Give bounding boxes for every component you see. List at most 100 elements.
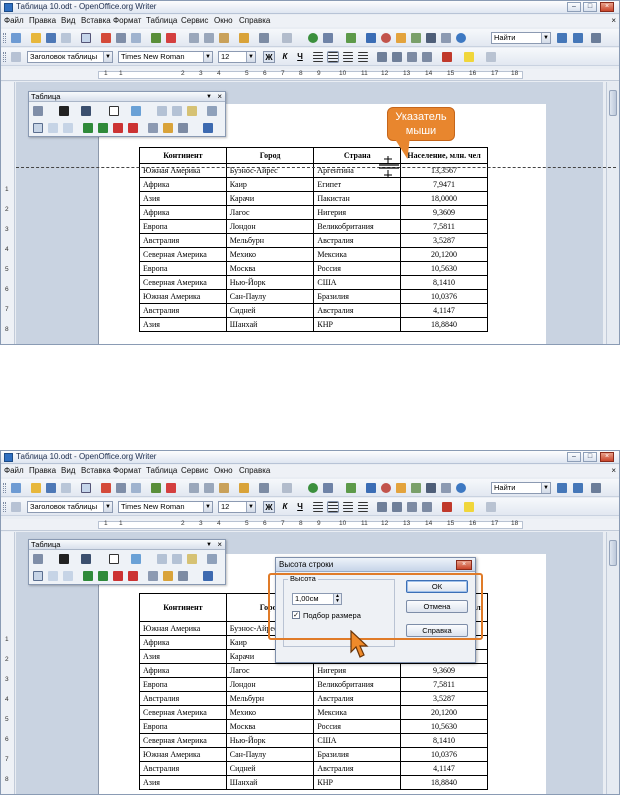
population-cell[interactable]: 9,3609 [400, 205, 488, 220]
font-color-icon[interactable] [442, 502, 452, 512]
print-preview-icon[interactable] [131, 33, 141, 43]
autoformat-icon[interactable] [207, 106, 217, 116]
population-cell[interactable]: 10,0376 [400, 747, 488, 762]
table-cell[interactable]: Азия [139, 317, 227, 332]
close-icon[interactable]: × [217, 540, 222, 550]
italic-button[interactable]: К [279, 501, 291, 513]
close-icon[interactable]: × [217, 92, 222, 102]
table-cell[interactable]: Бразилия [313, 289, 402, 304]
table-cell[interactable]: Карачи [225, 191, 315, 206]
menu-window[interactable]: Окно [214, 466, 233, 475]
chevron-down-icon[interactable]: ▼ [206, 540, 212, 550]
table-background-icon[interactable] [131, 106, 141, 116]
menu-insert[interactable]: Вставка [81, 466, 111, 475]
menu-file[interactable]: Файл [4, 16, 24, 25]
clone-formatting-icon[interactable] [239, 33, 249, 43]
population-cell[interactable]: 10,5630 [400, 261, 488, 276]
print-icon[interactable] [116, 483, 126, 493]
table-cell[interactable]: Нигерия [313, 205, 402, 220]
merge-cells-icon[interactable] [157, 554, 167, 564]
align-bottom-icon[interactable] [63, 571, 73, 581]
increase-indent-icon[interactable] [422, 52, 432, 62]
zoom-icon[interactable] [441, 483, 451, 493]
table-cell[interactable]: Австралия [139, 691, 227, 706]
table-cell[interactable]: Австралия [313, 761, 402, 776]
data-table[interactable]: Континент Город Страна Население, млн. ч… [139, 147, 488, 332]
find-previous-icon[interactable] [573, 483, 583, 493]
close-document-icon[interactable]: × [611, 16, 616, 25]
export-pdf-icon[interactable] [101, 33, 111, 43]
table-cell[interactable]: Сан-Паулу [225, 289, 315, 304]
optimize-icon[interactable] [187, 106, 197, 116]
population-cell[interactable]: 18,8840 [400, 317, 488, 332]
delete-row-icon[interactable] [113, 123, 123, 133]
population-cell[interactable]: 13,3567 [400, 163, 488, 178]
align-right-icon[interactable] [343, 502, 353, 512]
table-cell[interactable]: Австралия [139, 761, 227, 776]
align-center-icon[interactable] [327, 501, 339, 513]
table-cell[interactable]: Сидней [225, 761, 315, 776]
menu-view[interactable]: Вид [61, 16, 75, 25]
table-cell[interactable]: Лондон [225, 677, 315, 692]
table-cell[interactable]: Южная Америка [139, 289, 227, 304]
undo-icon[interactable] [259, 33, 269, 43]
table-cell[interactable]: Нигерия [313, 663, 402, 678]
sum-icon[interactable] [203, 571, 213, 581]
menu-tools[interactable]: Сервис [181, 16, 208, 25]
paste-icon[interactable] [219, 483, 229, 493]
bold-button[interactable]: Ж [263, 501, 275, 513]
show-draw-functions-icon[interactable] [346, 33, 356, 43]
line-style-icon[interactable] [59, 554, 69, 564]
table-properties-icon[interactable] [163, 571, 173, 581]
chevron-down-icon[interactable]: ▼ [541, 483, 550, 493]
close-window-button[interactable]: × [600, 452, 614, 462]
population-cell[interactable]: 4,1147 [400, 303, 488, 318]
table-cell[interactable]: Мексика [313, 247, 402, 262]
population-cell[interactable]: 4,1147 [400, 761, 488, 776]
menu-edit[interactable]: Правка [29, 466, 56, 475]
find-replace-icon[interactable] [366, 33, 376, 43]
chevron-down-icon[interactable]: ▼ [246, 52, 255, 62]
table-panel-header[interactable]: Таблица ▼ × [29, 540, 225, 550]
toolbar-grip[interactable] [3, 52, 6, 62]
copy-icon[interactable] [204, 483, 214, 493]
sort-icon[interactable] [178, 123, 188, 133]
table-cell[interactable]: Африка [139, 205, 227, 220]
help-icon[interactable] [456, 33, 466, 43]
table-cell[interactable]: Северная Америка [139, 705, 227, 720]
show-draw-functions-icon[interactable] [346, 483, 356, 493]
table-cell[interactable]: Азия [139, 191, 227, 206]
population-cell[interactable]: 8,1410 [400, 275, 488, 290]
table-cell[interactable]: Лагос [225, 663, 315, 678]
paragraph-style-select[interactable]: Заголовок таблицы ▼ [27, 501, 113, 513]
table-cell[interactable]: Северная Америка [139, 733, 227, 748]
find-options-icon[interactable] [591, 483, 601, 493]
menu-tools[interactable]: Сервис [181, 466, 208, 475]
menu-table[interactable]: Таблица [146, 16, 177, 25]
menu-table[interactable]: Таблица [146, 466, 177, 475]
menu-format[interactable]: Формат [113, 466, 141, 475]
optimize-icon[interactable] [187, 554, 197, 564]
table-cell[interactable]: Европа [139, 261, 227, 276]
maximize-button[interactable]: □ [583, 2, 597, 12]
table-cell[interactable]: Азия [139, 775, 227, 790]
font-size-select[interactable]: 12 ▼ [218, 51, 256, 63]
table-cell[interactable]: Австралия [313, 303, 402, 318]
line-color-icon[interactable] [81, 554, 91, 564]
sum-icon[interactable] [203, 123, 213, 133]
autospellcheck-icon[interactable] [166, 483, 176, 493]
data-sources-icon[interactable] [411, 483, 421, 493]
table-cell[interactable]: Буэнос-Айрес [225, 163, 315, 178]
minimize-button[interactable]: – [567, 2, 581, 12]
find-replace-icon[interactable] [366, 483, 376, 493]
underline-button[interactable]: Ч [294, 51, 306, 63]
maximize-button[interactable]: □ [583, 452, 597, 462]
styles-formatting-icon[interactable] [11, 52, 21, 62]
cut-icon[interactable] [189, 33, 199, 43]
edit-mode-icon[interactable] [81, 33, 91, 43]
table-cell[interactable]: Австралия [139, 303, 227, 318]
line-color-icon[interactable] [81, 106, 91, 116]
table-cell[interactable]: Великобритания [313, 219, 402, 234]
table-cell[interactable]: Южная Америка [139, 747, 227, 762]
population-cell[interactable]: 10,0376 [400, 289, 488, 304]
